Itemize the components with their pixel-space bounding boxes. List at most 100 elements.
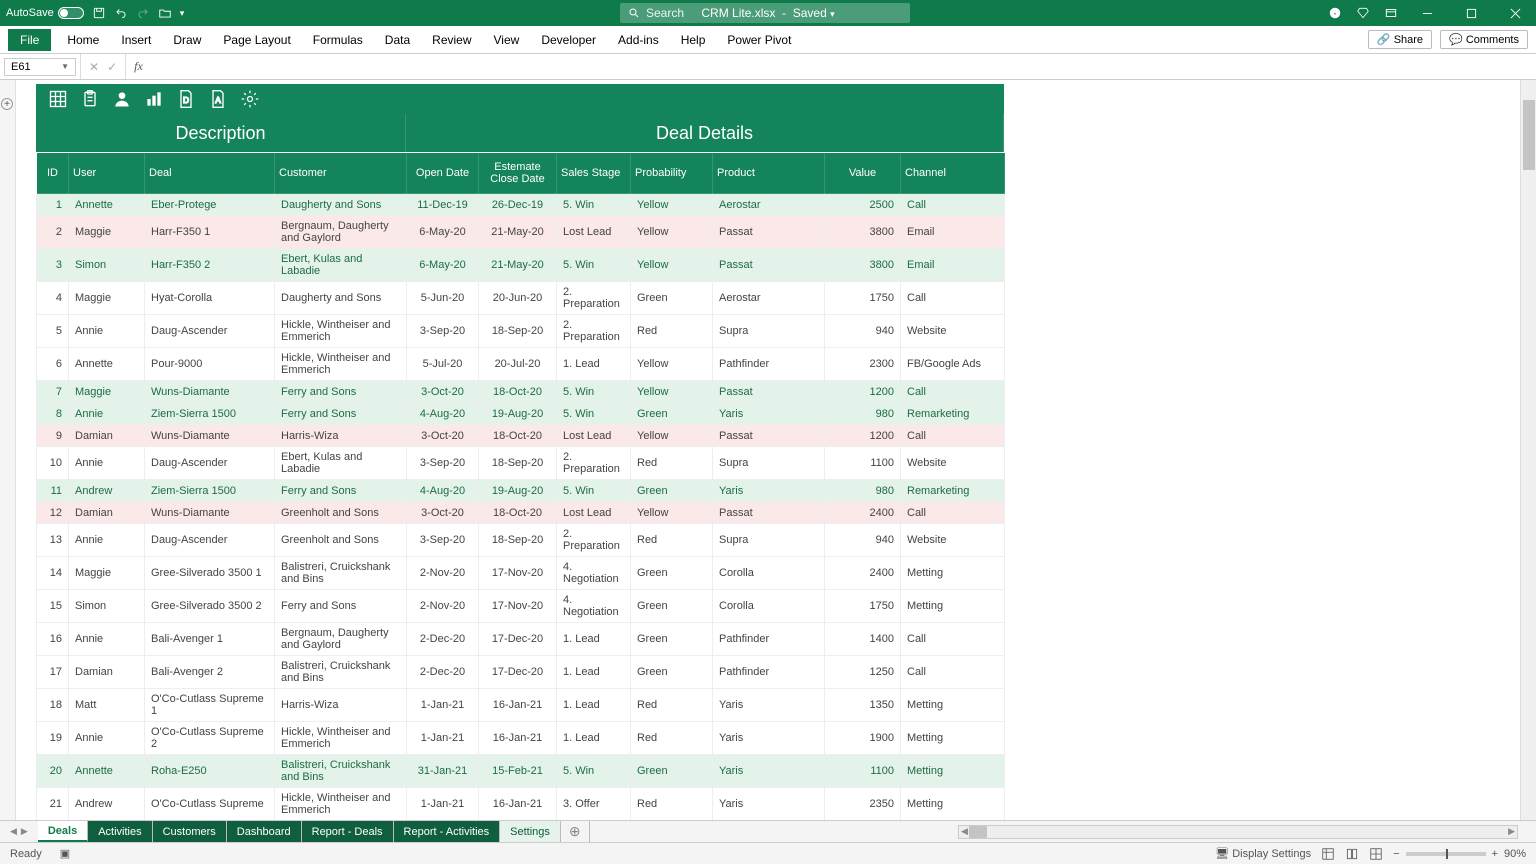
cell-stage[interactable]: 4. Negotiation — [557, 557, 631, 590]
cell-est[interactable]: 18-Oct-20 — [479, 381, 557, 403]
cell-stage[interactable]: 1. Lead — [557, 623, 631, 656]
cell-prob[interactable]: Green — [631, 282, 713, 315]
page-layout-view-icon[interactable] — [1345, 847, 1359, 861]
cell-prob[interactable]: Green — [631, 656, 713, 689]
table-row[interactable]: 5AnnieDaug-AscenderHickle, Wintheiser an… — [37, 315, 1005, 348]
cell-prob[interactable]: Green — [631, 590, 713, 623]
cell-id[interactable]: 4 — [37, 282, 69, 315]
hscroll-thumb[interactable] — [969, 826, 987, 838]
cell-customer[interactable]: Ferry and Sons — [275, 590, 407, 623]
cell-channel[interactable]: Metting — [901, 788, 1005, 821]
col-estdate[interactable]: Estemate Close Date — [479, 153, 557, 194]
cell-customer[interactable]: Daugherty and Sons — [275, 282, 407, 315]
cell-prob[interactable]: Yellow — [631, 348, 713, 381]
cell-deal[interactable]: Hyat-Corolla — [145, 282, 275, 315]
cell-id[interactable]: 2 — [37, 216, 69, 249]
cell-deal[interactable]: Wuns-Diamante — [145, 502, 275, 524]
cell-open[interactable]: 4-Aug-20 — [407, 403, 479, 425]
cell-deal[interactable]: O'Co-Cutlass Supreme 2 — [145, 722, 275, 755]
table-row[interactable]: 12DamianWuns-DiamanteGreenholt and Sons3… — [37, 502, 1005, 524]
cell-customer[interactable]: Greenholt and Sons — [275, 524, 407, 557]
cell-prob[interactable]: Red — [631, 788, 713, 821]
cell-user[interactable]: Maggie — [69, 557, 145, 590]
col-deal[interactable]: Deal — [145, 153, 275, 194]
sheet-tab-report-activities[interactable]: Report - Activities — [394, 821, 501, 842]
cell-prob[interactable]: Green — [631, 755, 713, 788]
cell-prob[interactable]: Green — [631, 480, 713, 502]
table-row[interactable]: 1AnnetteEber-ProtegeDaugherty and Sons11… — [37, 194, 1005, 216]
table-row[interactable]: 9DamianWuns-DiamanteHarris-Wiza3-Oct-201… — [37, 425, 1005, 447]
table-row[interactable]: 19AnnieO'Co-Cutlass Supreme 2Hickle, Win… — [37, 722, 1005, 755]
cell-est[interactable]: 18-Sep-20 — [479, 315, 557, 348]
cell-product[interactable]: Aerostar — [713, 282, 825, 315]
cell-prob[interactable]: Red — [631, 447, 713, 480]
cell-id[interactable]: 18 — [37, 689, 69, 722]
cell-value[interactable]: 1750 — [825, 282, 901, 315]
cell-customer[interactable]: Bergnaum, Daugherty and Gaylord — [275, 623, 407, 656]
cell-prob[interactable]: Green — [631, 403, 713, 425]
cell-channel[interactable]: Metting — [901, 557, 1005, 590]
cell-customer[interactable]: Hickle, Wintheiser and Emmerich — [275, 315, 407, 348]
cell-value[interactable]: 1100 — [825, 447, 901, 480]
close-button[interactable] — [1500, 0, 1530, 26]
cell-product[interactable]: Pathfinder — [713, 348, 825, 381]
clipboard-icon[interactable] — [80, 89, 100, 109]
cell-prob[interactable]: Red — [631, 315, 713, 348]
cell-id[interactable]: 11 — [37, 480, 69, 502]
cell-customer[interactable]: Harris-Wiza — [275, 425, 407, 447]
table-row[interactable]: 15SimonGree-Silverado 3500 2Ferry and So… — [37, 590, 1005, 623]
cell-est[interactable]: 18-Sep-20 — [479, 524, 557, 557]
cell-customer[interactable]: Balistreri, Cruickshank and Bins — [275, 557, 407, 590]
cell-channel[interactable]: Call — [901, 282, 1005, 315]
cell-deal[interactable]: Wuns-Diamante — [145, 381, 275, 403]
macro-record-icon[interactable]: ▣ — [60, 847, 70, 860]
cell-value[interactable]: 3800 — [825, 249, 901, 282]
scrollbar-thumb[interactable] — [1523, 100, 1535, 170]
cell-open[interactable]: 3-Sep-20 — [407, 315, 479, 348]
cell-deal[interactable]: Daug-Ascender — [145, 447, 275, 480]
accept-formula-icon[interactable]: ✓ — [107, 60, 117, 74]
gear-icon[interactable] — [240, 89, 260, 109]
cell-customer[interactable]: Harris-Wiza — [275, 689, 407, 722]
table-row[interactable]: 3SimonHarr-F350 2Ebert, Kulas and Labadi… — [37, 249, 1005, 282]
table-row[interactable]: 8AnnieZiem-Sierra 1500Ferry and Sons4-Au… — [37, 403, 1005, 425]
cell-channel[interactable]: Metting — [901, 689, 1005, 722]
cell-product[interactable]: Yaris — [713, 480, 825, 502]
cell-value[interactable]: 940 — [825, 524, 901, 557]
cancel-formula-icon[interactable]: ✕ — [89, 60, 99, 74]
cell-product[interactable]: Pathfinder — [713, 656, 825, 689]
comments-button[interactable]: 💬 Comments — [1440, 30, 1528, 49]
table-row[interactable]: 2MaggieHarr-F350 1Bergnaum, Daugherty an… — [37, 216, 1005, 249]
cell-user[interactable]: Damian — [69, 656, 145, 689]
cell-id[interactable]: 6 — [37, 348, 69, 381]
minimize-button[interactable] — [1412, 0, 1442, 26]
col-prob[interactable]: Probability — [631, 153, 713, 194]
cell-customer[interactable]: Hickle, Wintheiser and Emmerich — [275, 788, 407, 821]
cell-user[interactable]: Annie — [69, 315, 145, 348]
cell-deal[interactable]: Ziem-Sierra 1500 — [145, 480, 275, 502]
folder-icon[interactable] — [158, 6, 172, 20]
cell-channel[interactable]: Website — [901, 524, 1005, 557]
ribbon-tab-formulas[interactable]: Formulas — [303, 29, 373, 51]
fx-icon[interactable]: fx — [134, 59, 143, 74]
undo-icon[interactable] — [114, 6, 128, 20]
sheet-tab-deals[interactable]: Deals — [38, 821, 88, 842]
col-opendate[interactable]: Open Date — [407, 153, 479, 194]
cell-id[interactable]: 10 — [37, 447, 69, 480]
cell-customer[interactable]: Hickle, Wintheiser and Emmerich — [275, 722, 407, 755]
search-box[interactable]: Search — [620, 3, 910, 23]
cell-est[interactable]: 15-Feb-21 — [479, 755, 557, 788]
cell-id[interactable]: 3 — [37, 249, 69, 282]
save-icon[interactable] — [92, 6, 106, 20]
cell-value[interactable]: 980 — [825, 403, 901, 425]
cell-deal[interactable]: O'Co-Cutlass Supreme — [145, 788, 275, 821]
cell-stage[interactable]: 2. Preparation — [557, 315, 631, 348]
cell-deal[interactable]: Roha-E250 — [145, 755, 275, 788]
cell-est[interactable]: 16-Jan-21 — [479, 689, 557, 722]
doc-d-icon[interactable]: D — [176, 89, 196, 109]
cell-channel[interactable]: Metting — [901, 722, 1005, 755]
cell-user[interactable]: Annie — [69, 403, 145, 425]
cell-est[interactable]: 18-Oct-20 — [479, 502, 557, 524]
cell-open[interactable]: 5-Jun-20 — [407, 282, 479, 315]
cell-product[interactable]: Passat — [713, 381, 825, 403]
